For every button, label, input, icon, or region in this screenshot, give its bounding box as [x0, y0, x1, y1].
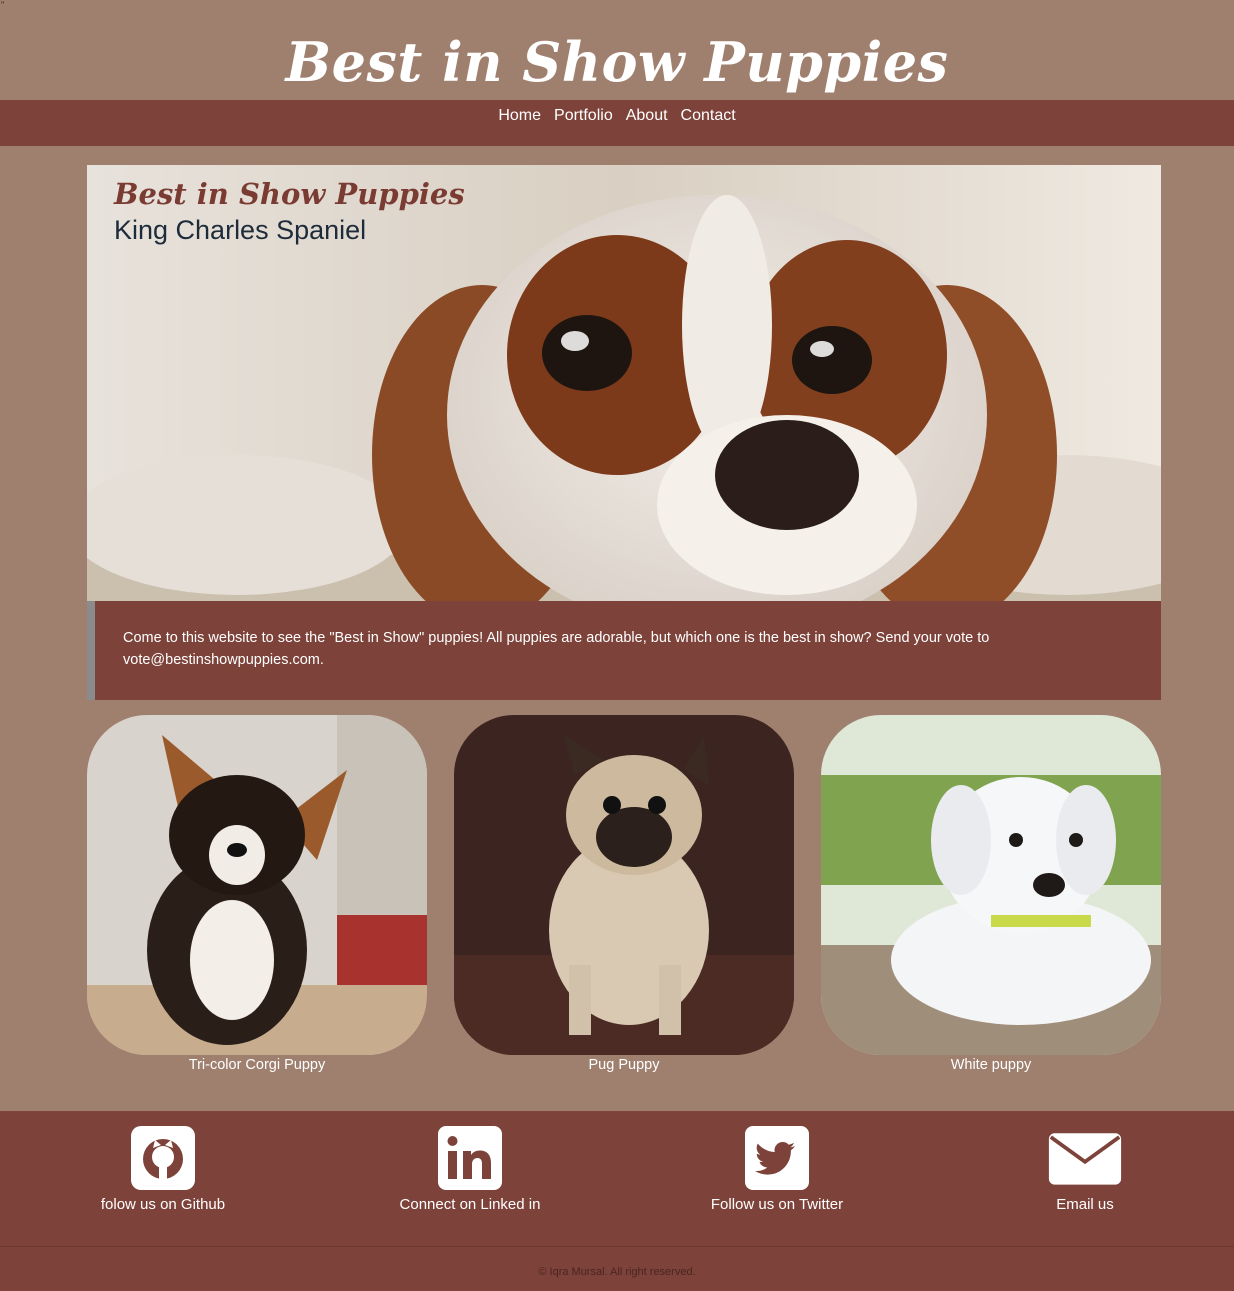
linkedin-label: Connect on Linked in: [399, 1196, 541, 1213]
hero-section: Best in Show Puppies King Charles Spanie…: [87, 165, 1161, 601]
white-puppy-caption: White puppy: [950, 1057, 1032, 1073]
gallery-card-white: White puppy: [821, 715, 1161, 1073]
nav-bar: Home Portfolio About Contact: [0, 100, 1234, 146]
hero-subtitle: King Charles Spaniel: [114, 215, 367, 245]
envelope-icon: [1048, 1133, 1122, 1185]
email-label: Email us: [1056, 1196, 1114, 1213]
corgi-puppy-photo: [87, 715, 427, 1055]
pug-puppy-photo: [454, 715, 794, 1055]
twitter-link[interactable]: Follow us on Twitter: [657, 1126, 897, 1213]
white-puppy-photo: [821, 715, 1161, 1055]
gallery-card-corgi: Tri-color Corgi Puppy: [87, 715, 427, 1073]
github-label: folow us on Github: [100, 1196, 226, 1213]
twitter-label: Follow us on Twitter: [710, 1196, 844, 1213]
linkedin-link[interactable]: Connect on Linked in: [350, 1126, 590, 1213]
site-footer: folow us on Github Connect on Linked in …: [0, 1111, 1234, 1291]
intro-banner: Come to this website to see the "Best in…: [87, 601, 1161, 700]
nav-list: Home Portfolio About Contact: [498, 106, 735, 126]
footer-divider: [0, 1246, 1234, 1247]
hero-brand-title: Best in Show Puppies: [114, 177, 465, 211]
gallery-card-pug: Pug Puppy: [454, 715, 794, 1073]
copyright-text: © Iqra Mursal. All right reserved.: [538, 1266, 696, 1278]
site-title: Best in Show Puppies: [285, 30, 949, 94]
github-link[interactable]: folow us on Github: [43, 1126, 283, 1213]
nav-contact-link[interactable]: Contact: [681, 106, 736, 126]
twitter-icon: [745, 1126, 809, 1190]
nav-home-link[interactable]: Home: [498, 106, 541, 126]
site-header: Best in Show Puppies: [0, 0, 1234, 100]
nav-portfolio-link[interactable]: Portfolio: [554, 106, 613, 126]
linkedin-icon: [438, 1126, 502, 1190]
nav-about-link[interactable]: About: [626, 106, 668, 126]
pug-caption: Pug Puppy: [588, 1057, 660, 1073]
corgi-caption: Tri-color Corgi Puppy: [188, 1057, 326, 1073]
email-link[interactable]: Email us: [965, 1126, 1205, 1213]
intro-text: Come to this website to see the "Best in…: [123, 630, 990, 668]
github-icon: [131, 1126, 195, 1190]
